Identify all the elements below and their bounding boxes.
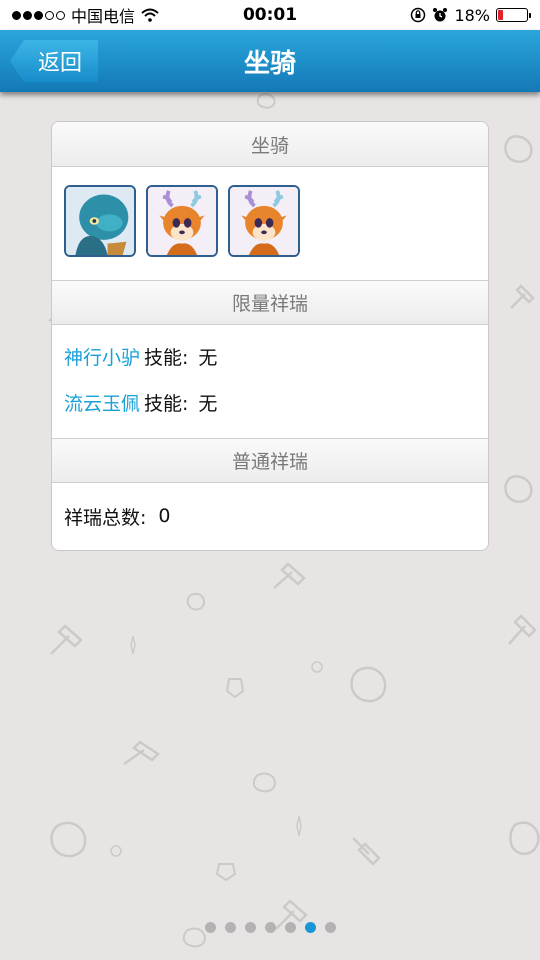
total-value: 0	[158, 505, 171, 527]
page-dot[interactable]	[264, 922, 276, 933]
page-dot[interactable]	[224, 922, 236, 933]
mount-blue-creature[interactable]	[64, 185, 136, 257]
page-dot-active[interactable]	[304, 922, 316, 933]
bean-doodle-icon	[350, 666, 387, 703]
gem-doodle-icon	[225, 678, 245, 699]
bean-doodle-icon	[256, 93, 276, 109]
signal-strength-icon	[12, 10, 65, 20]
wifi-icon	[141, 8, 159, 22]
battery-fill	[498, 10, 504, 20]
deer-icon	[148, 187, 216, 255]
bean-doodle-icon	[504, 475, 533, 504]
bean-doodle-icon	[50, 821, 87, 858]
mounts-section-header: 坐骑	[52, 122, 488, 167]
dot-doodle-icon	[311, 661, 323, 673]
navigation-bar: 返回 坐骑	[0, 30, 540, 92]
bean-doodle-icon	[186, 592, 205, 611]
mount-deer-1[interactable]	[146, 185, 218, 257]
blue-creature-icon	[66, 187, 134, 255]
back-button[interactable]: 返回	[10, 40, 98, 82]
deer-icon	[230, 187, 298, 255]
limited-section-header: 限量祥瑞	[52, 280, 488, 325]
status-bar-right: 18%	[410, 5, 531, 25]
status-bar-left: 中国电信	[12, 3, 159, 27]
skill-label: 技能:	[144, 392, 189, 415]
list-item: 神行小驴 技能: 无	[64, 333, 476, 379]
mount-deer-2[interactable]	[228, 185, 300, 257]
item-name-link[interactable]: 流云玉佩	[64, 389, 140, 416]
clock-time: 00:01	[242, 5, 298, 25]
hammer-doodle-icon	[508, 614, 537, 645]
battery-icon	[496, 8, 531, 22]
alarm-icon	[433, 8, 448, 22]
skill-label: 技能:	[144, 346, 189, 369]
hammer-doodle-icon	[123, 740, 160, 766]
bean-doodle-icon	[252, 772, 276, 793]
page-dot[interactable]	[244, 922, 256, 933]
battery-percent: 18%	[454, 5, 490, 25]
hammer-doodle-icon	[273, 562, 306, 589]
sparkle-doodle-icon	[296, 815, 302, 837]
back-button-label: 返回	[37, 51, 82, 76]
signal-dot	[45, 10, 54, 20]
gem-doodle-icon	[215, 863, 237, 882]
total-label: 祥瑞总数:	[64, 506, 147, 529]
limited-items-list: 神行小驴 技能: 无 流云玉佩 技能: 无	[52, 325, 488, 438]
skill-value: 无	[198, 392, 218, 415]
signal-dot	[34, 10, 43, 20]
status-bar: 中国电信 00:01 18%	[0, 0, 540, 30]
page-indicator[interactable]	[0, 922, 540, 933]
mounts-icon-row	[52, 167, 488, 280]
skill-value: 无	[198, 346, 218, 369]
hammer-doodle-icon	[510, 284, 535, 309]
bean-doodle-icon	[504, 135, 533, 164]
hammer-doodle-icon	[352, 837, 381, 866]
total-row: 祥瑞总数: 0	[52, 483, 488, 549]
signal-dot	[12, 10, 21, 20]
list-item: 流云玉佩 技能: 无	[64, 379, 476, 425]
sparkle-doodle-icon	[130, 635, 136, 655]
rotation-lock-icon	[411, 7, 426, 23]
item-name-link[interactable]: 神行小驴	[64, 343, 140, 370]
normal-section-header: 普通祥瑞	[52, 438, 488, 483]
page-dot[interactable]	[284, 922, 296, 933]
carrier-label: 中国电信	[71, 7, 136, 26]
bean-doodle-icon	[509, 821, 540, 855]
dot-doodle-icon	[110, 845, 122, 857]
page-dot[interactable]	[204, 922, 216, 933]
signal-dot	[23, 10, 32, 20]
signal-dot	[56, 10, 65, 20]
page-dot[interactable]	[324, 922, 336, 933]
hammer-doodle-icon	[50, 624, 83, 655]
mounts-card: 坐骑 限量祥瑞 神行小驴 技能: 无 流云玉佩 技能: 无 普通祥瑞 祥瑞总数:…	[51, 121, 489, 551]
